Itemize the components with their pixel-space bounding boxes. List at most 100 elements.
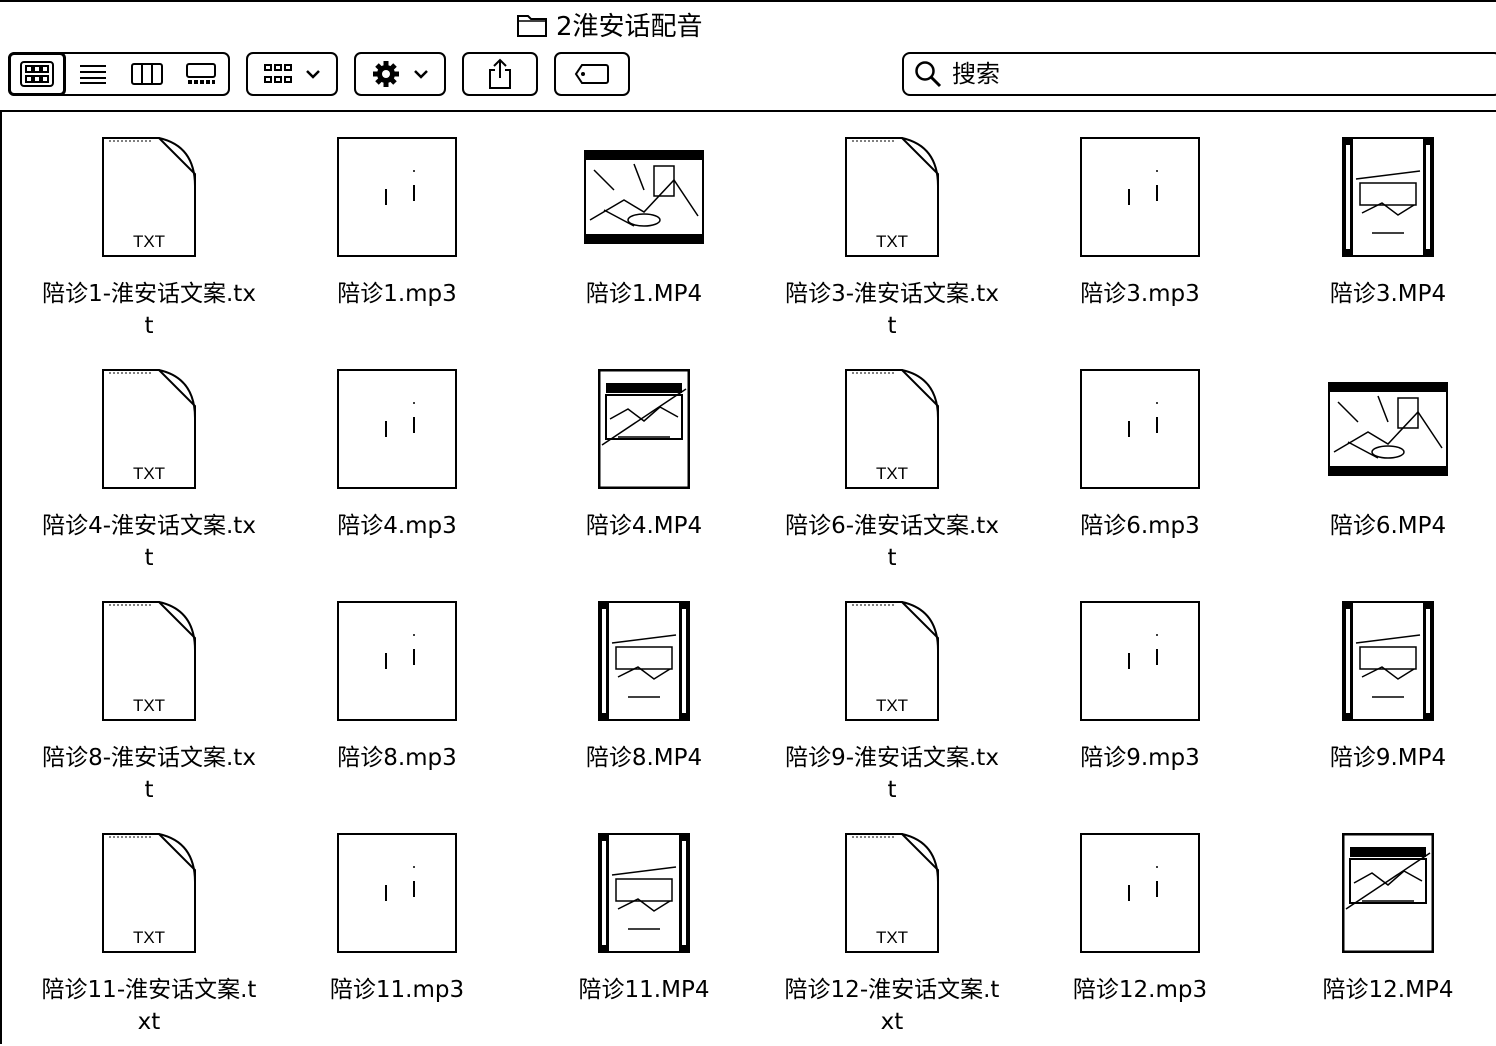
file-name-label: 陪诊1-淮安话文案.txt	[42, 281, 256, 339]
file-name-label: 陪诊12.mp3	[1072, 977, 1208, 1003]
audio-file-icon	[1030, 596, 1250, 726]
text-document-icon: TXT	[782, 596, 1002, 726]
audio-file-icon	[1030, 828, 1250, 958]
file-name-label: 陪诊11-淮安话文案.txt	[41, 977, 257, 1035]
file-grid: TXT 陪诊1-淮安话文案.txt 陪诊1.mp3 陪诊1.MP4 TXT 陪诊3-…	[2, 112, 1496, 1046]
icon-view-button[interactable]	[8, 52, 66, 96]
file-name-label: 陪诊1.mp3	[337, 281, 457, 307]
audio-file-icon	[1030, 364, 1250, 494]
file-type-badge: TXT	[875, 928, 909, 947]
file-item[interactable]: TXT 陪诊1-淮安话文案.txt	[39, 132, 259, 342]
file-item[interactable]: 陪诊4.MP4	[534, 364, 754, 542]
file-item[interactable]: TXT 陪诊8-淮安话文案.txt	[39, 596, 259, 806]
audio-file-icon	[287, 828, 507, 958]
search-field[interactable]	[902, 52, 1496, 96]
column-view-button[interactable]	[120, 54, 174, 94]
file-name-label: 陪诊12.MP4	[1322, 977, 1454, 1003]
file-item[interactable]: TXT 陪诊3-淮安话文案.txt	[782, 132, 1002, 342]
file-browser-content: TXT 陪诊1-淮安话文案.txt 陪诊1.mp3 陪诊1.MP4 TXT 陪诊3-…	[0, 110, 1496, 1044]
file-name-label: 陪诊11.MP4	[578, 977, 710, 1003]
text-document-icon: TXT	[39, 828, 259, 958]
file-item[interactable]: 陪诊6.MP4	[1278, 364, 1496, 542]
file-item[interactable]: TXT 陪诊11-淮安话文案.txt	[39, 828, 259, 1038]
file-item[interactable]: TXT 陪诊4-淮安话文案.txt	[39, 364, 259, 574]
audio-file-icon	[287, 596, 507, 726]
chevron-down-icon	[414, 70, 428, 79]
file-name-label: 陪诊8.mp3	[337, 745, 457, 771]
file-name-label: 陪诊9-淮安话文案.txt	[785, 745, 999, 803]
file-type-badge: TXT	[875, 232, 909, 251]
list-view-button[interactable]	[66, 54, 120, 94]
text-document-icon: TXT	[39, 364, 259, 494]
column-view-icon	[131, 63, 163, 85]
file-item[interactable]: 陪诊11.mp3	[287, 828, 507, 1006]
audio-file-icon	[287, 132, 507, 262]
video-thumbnail	[534, 828, 754, 958]
file-name-label: 陪诊6.MP4	[1329, 513, 1447, 539]
file-item[interactable]: 陪诊8.mp3	[287, 596, 507, 774]
file-item[interactable]: 陪诊3.mp3	[1030, 132, 1250, 310]
text-document-icon: TXT	[782, 132, 1002, 262]
file-type-badge: TXT	[132, 696, 166, 715]
share-button[interactable]	[462, 52, 538, 96]
view-mode-segmented-control	[8, 52, 230, 96]
tag-button[interactable]	[554, 52, 630, 96]
text-document-icon: TXT	[39, 596, 259, 726]
text-document-icon: TXT	[782, 364, 1002, 494]
list-view-icon	[80, 65, 106, 84]
video-thumbnail	[534, 596, 754, 726]
file-name-label: 陪诊3.mp3	[1080, 281, 1200, 307]
file-item[interactable]: TXT 陪诊12-淮安话文案.txt	[782, 828, 1002, 1038]
video-thumbnail	[534, 364, 754, 494]
file-item[interactable]: TXT 陪诊9-淮安话文案.txt	[782, 596, 1002, 806]
file-item[interactable]: 陪诊1.MP4	[534, 132, 754, 310]
file-type-badge: TXT	[132, 464, 166, 483]
search-input[interactable]	[950, 59, 1454, 89]
file-name-label: 陪诊12-淮安话文案.txt	[784, 977, 1000, 1035]
title-bar: 2淮安话配音	[0, 0, 1496, 50]
text-document-icon: TXT	[39, 132, 259, 262]
action-menu-button[interactable]	[354, 52, 446, 96]
gallery-view-button[interactable]	[174, 54, 228, 94]
file-item[interactable]: 陪诊4.mp3	[287, 364, 507, 542]
video-thumbnail	[1278, 596, 1496, 726]
icon-view-icon	[20, 61, 54, 87]
file-item[interactable]: 陪诊12.mp3	[1030, 828, 1250, 1006]
file-name-label: 陪诊8.MP4	[585, 745, 703, 771]
file-name-label: 陪诊4-淮安话文案.txt	[42, 513, 256, 571]
file-item[interactable]: 陪诊8.MP4	[534, 596, 754, 774]
file-item[interactable]: 陪诊9.MP4	[1278, 596, 1496, 774]
gallery-view-icon	[186, 63, 216, 84]
window-title: 2淮安话配音	[516, 10, 703, 44]
file-name-label: 陪诊3.MP4	[1329, 281, 1447, 307]
file-item[interactable]: 陪诊11.MP4	[534, 828, 754, 1006]
file-name-label: 陪诊9.MP4	[1329, 745, 1447, 771]
file-item[interactable]: TXT 陪诊6-淮安话文案.txt	[782, 364, 1002, 574]
group-by-button[interactable]	[246, 52, 338, 96]
tag-icon	[574, 64, 609, 84]
file-type-badge: TXT	[875, 464, 909, 483]
window-title-text: 2淮安话配音	[556, 12, 703, 42]
search-icon	[915, 61, 942, 88]
file-item[interactable]: 陪诊3.MP4	[1278, 132, 1496, 310]
share-icon	[489, 58, 511, 89]
file-name-label: 陪诊11.mp3	[329, 977, 465, 1003]
folder-icon	[516, 12, 548, 42]
file-type-badge: TXT	[132, 928, 166, 947]
file-name-label: 陪诊3-淮安话文案.txt	[785, 281, 999, 339]
grid-group-icon	[264, 64, 292, 83]
gear-icon	[373, 61, 399, 87]
file-name-label: 陪诊6.mp3	[1080, 513, 1200, 539]
audio-file-icon	[1030, 132, 1250, 262]
video-thumbnail	[1278, 364, 1496, 494]
file-item[interactable]: 陪诊6.mp3	[1030, 364, 1250, 542]
text-document-icon: TXT	[782, 828, 1002, 958]
file-item[interactable]: 陪诊9.mp3	[1030, 596, 1250, 774]
file-item[interactable]: 陪诊1.mp3	[287, 132, 507, 310]
video-thumbnail	[1278, 828, 1496, 958]
file-type-badge: TXT	[875, 696, 909, 715]
file-item[interactable]: 陪诊12.MP4	[1278, 828, 1496, 1006]
file-name-label: 陪诊4.MP4	[585, 513, 703, 539]
file-name-label: 陪诊8-淮安话文案.txt	[42, 745, 256, 803]
file-name-label: 陪诊9.mp3	[1080, 745, 1200, 771]
